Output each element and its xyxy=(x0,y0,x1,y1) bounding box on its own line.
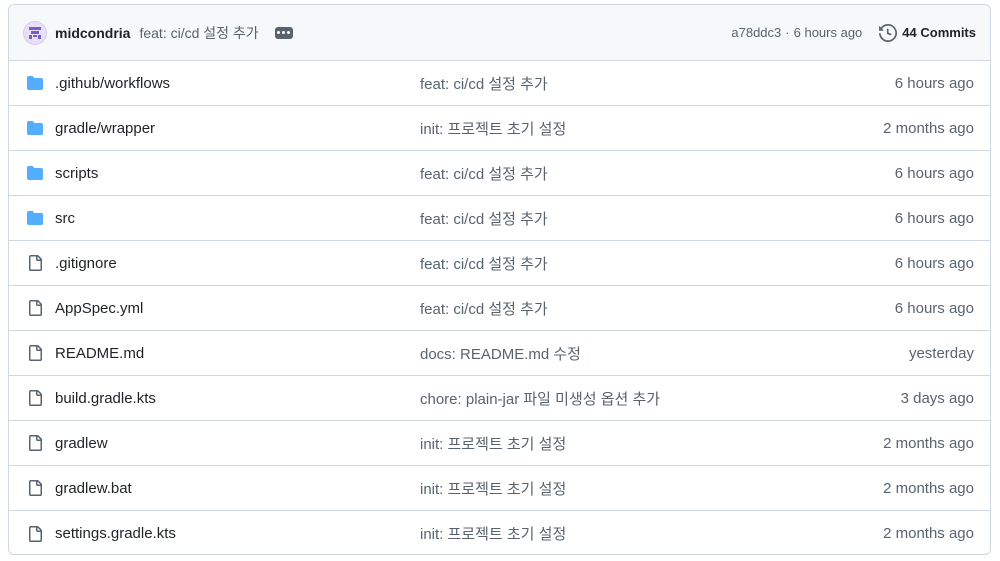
file-name-link[interactable]: build.gradle.kts xyxy=(55,390,420,407)
folder-icon xyxy=(25,210,45,226)
file-name-link[interactable]: settings.gradle.kts xyxy=(55,525,420,542)
file-icon xyxy=(25,344,45,362)
commit-message-link[interactable]: feat: ci/cd 설정 추가 xyxy=(420,298,895,319)
commit-age: 2 months ago xyxy=(883,479,974,497)
file-name-link[interactable]: gradlew.bat xyxy=(55,480,420,497)
commit-message-link[interactable]: init: 프로젝트 초기 설정 xyxy=(420,118,883,139)
table-row[interactable]: gradlew.bat init: 프로젝트 초기 설정 2 months ago xyxy=(9,466,990,511)
commit-age: 6 hours ago xyxy=(894,254,974,272)
file-icon xyxy=(25,254,45,272)
file-icon xyxy=(25,299,45,317)
commit-age: 2 months ago xyxy=(883,434,974,452)
file-icon xyxy=(25,525,45,543)
table-row[interactable]: settings.gradle.kts init: 프로젝트 초기 설정 2 mon… xyxy=(9,511,990,554)
commit-age: 3 days ago xyxy=(900,389,974,407)
commit-count-label: 44 Commits xyxy=(902,25,976,40)
header-separator: · xyxy=(785,25,790,40)
commit-history-button[interactable]: 44 Commits xyxy=(879,23,976,42)
file-name-link[interactable]: .gitignore xyxy=(55,255,420,272)
folder-icon xyxy=(25,120,45,136)
latest-commit-message[interactable]: feat: ci/cd 설정 추가 xyxy=(139,23,258,43)
folder-icon xyxy=(25,75,45,91)
file-name-link[interactable]: .github/workflows xyxy=(55,75,420,92)
commit-time: 6 hours ago xyxy=(793,25,863,40)
file-icon xyxy=(25,479,45,497)
table-row[interactable]: gradle/wrapper init: 프로젝트 초기 설정 2 months a… xyxy=(9,106,990,151)
table-row[interactable]: build.gradle.kts chore: plain-jar 파일 미생성 … xyxy=(9,376,990,421)
file-name-link[interactable]: gradlew xyxy=(55,435,420,452)
commit-message-link[interactable]: init: 프로젝트 초기 설정 xyxy=(420,433,883,454)
commit-age: 6 hours ago xyxy=(894,299,974,317)
commit-age: 6 hours ago xyxy=(894,209,974,227)
commit-age: 2 months ago xyxy=(883,119,974,137)
file-list-box: midcondria feat: ci/cd 설정 추가 a78ddc3 · 6… xyxy=(8,4,991,555)
commit-author-link[interactable]: midcondria xyxy=(55,25,130,41)
commit-message-link[interactable]: feat: ci/cd 설정 추가 xyxy=(420,208,895,229)
commit-age: yesterday xyxy=(908,344,974,362)
file-name-link[interactable]: README.md xyxy=(55,345,420,362)
table-row[interactable]: .gitignore feat: ci/cd 설정 추가 6 hours ago xyxy=(9,241,990,286)
expand-commit-ellipsis-button[interactable] xyxy=(274,26,293,39)
table-row[interactable]: AppSpec.yml feat: ci/cd 설정 추가 6 hours ago xyxy=(9,286,990,331)
table-row[interactable]: README.md docs: README.md 수정 yesterday xyxy=(9,331,990,376)
table-row[interactable]: gradlew init: 프로젝트 초기 설정 2 months ago xyxy=(9,421,990,466)
file-name-link[interactable]: src xyxy=(55,210,420,227)
commit-message-link[interactable]: feat: ci/cd 설정 추가 xyxy=(420,163,895,184)
file-icon xyxy=(25,434,45,452)
file-name-link[interactable]: scripts xyxy=(55,165,420,182)
commit-message-link[interactable]: init: 프로젝트 초기 설정 xyxy=(420,523,883,544)
commit-age: 6 hours ago xyxy=(894,164,974,182)
table-row[interactable]: .github/workflows feat: ci/cd 설정 추가 6 hour… xyxy=(9,61,990,106)
commit-age: 2 months ago xyxy=(883,525,974,542)
history-icon xyxy=(879,23,898,42)
file-table: .github/workflows feat: ci/cd 설정 추가 6 hour… xyxy=(9,61,990,554)
file-name-link[interactable]: AppSpec.yml xyxy=(55,300,420,317)
commit-age: 6 hours ago xyxy=(894,74,974,92)
avatar-identicon-icon xyxy=(29,26,41,39)
commit-message-link[interactable]: init: 프로젝트 초기 설정 xyxy=(420,478,883,499)
avatar[interactable] xyxy=(23,20,47,45)
file-name-link[interactable]: gradle/wrapper xyxy=(55,120,420,137)
file-icon xyxy=(25,389,45,407)
table-row[interactable]: scripts feat: ci/cd 설정 추가 6 hours ago xyxy=(9,151,990,196)
table-row[interactable]: src feat: ci/cd 설정 추가 6 hours ago xyxy=(9,196,990,241)
commit-message-link[interactable]: feat: ci/cd 설정 추가 xyxy=(420,253,895,274)
commit-message-link[interactable]: feat: ci/cd 설정 추가 xyxy=(420,73,895,94)
commit-sha-link[interactable]: a78ddc3 xyxy=(731,25,781,40)
folder-icon xyxy=(25,165,45,181)
latest-commit-header: midcondria feat: ci/cd 설정 추가 a78ddc3 · 6… xyxy=(9,5,990,61)
commit-message-link[interactable]: chore: plain-jar 파일 미생성 옵션 추가 xyxy=(420,388,901,409)
commit-message-link[interactable]: docs: README.md 수정 xyxy=(420,343,909,364)
